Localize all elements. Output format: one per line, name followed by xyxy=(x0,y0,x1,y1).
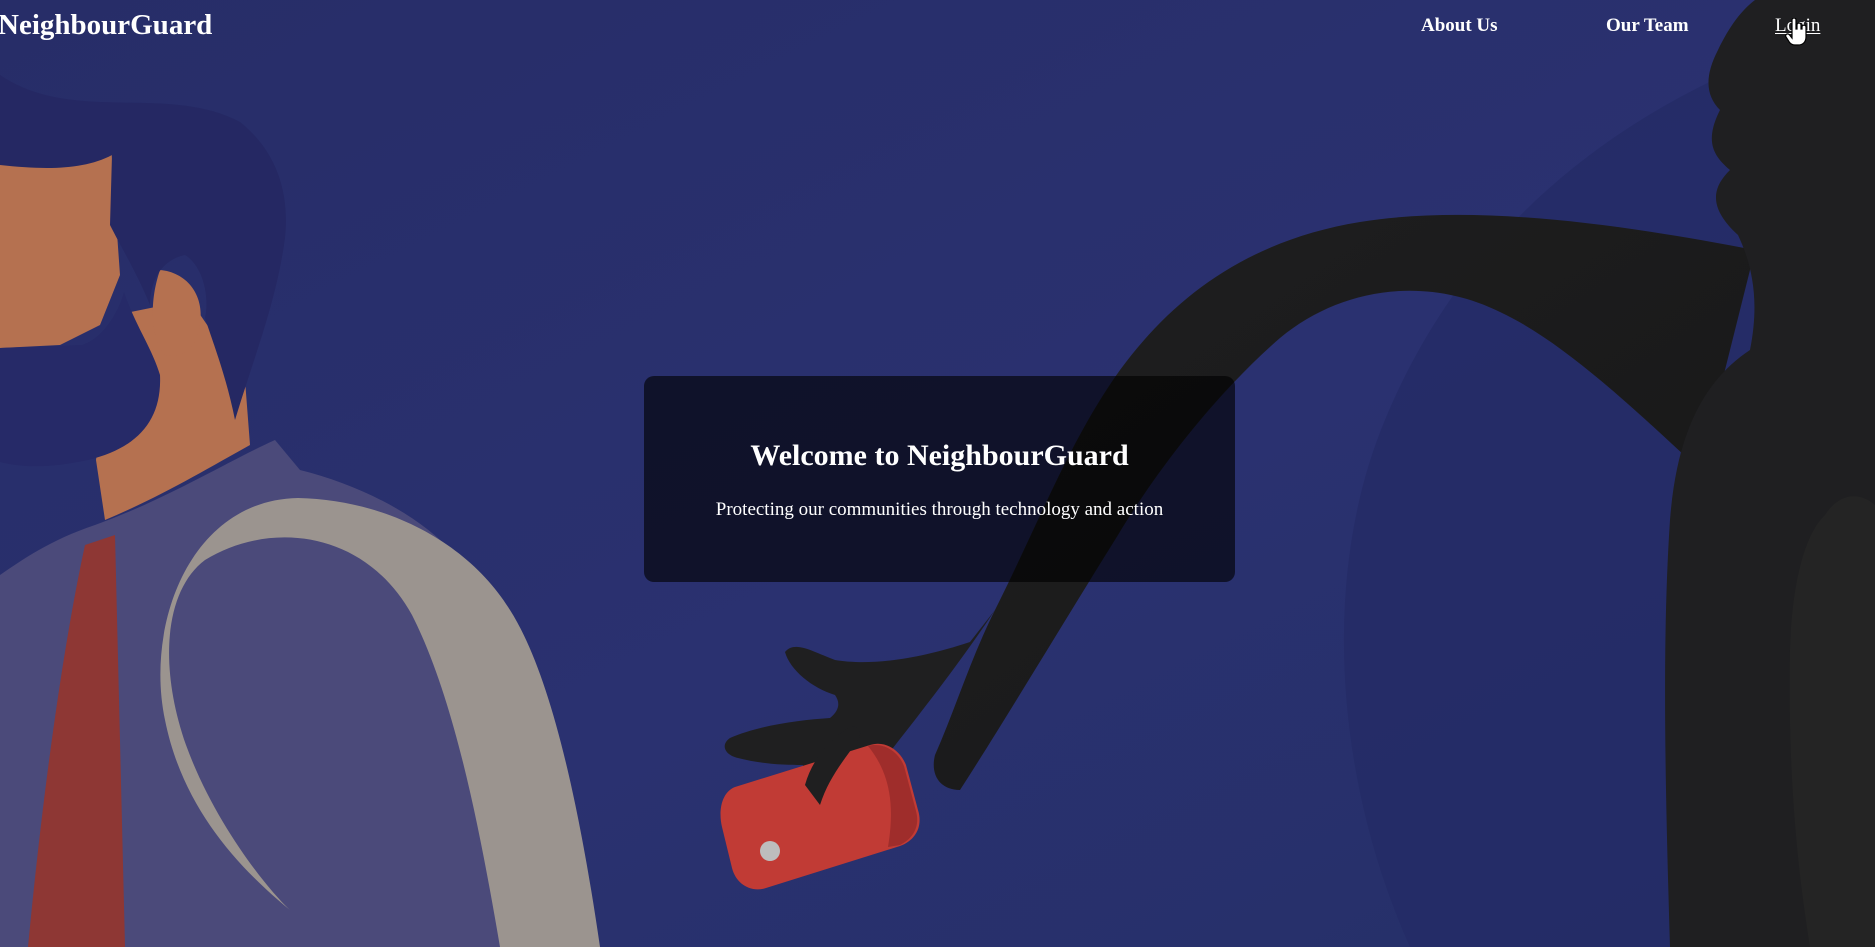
welcome-title: Welcome to NeighbourGuard xyxy=(750,439,1129,472)
welcome-card: Welcome to NeighbourGuard Protecting our… xyxy=(644,376,1235,582)
shadow-back-hand xyxy=(1789,496,1875,947)
nav-link-team[interactable]: Our Team xyxy=(1606,15,1689,37)
top-navigation: NeighbourGuard About Us Our Team Login xyxy=(0,0,1875,52)
nav-links: About Us Our Team Login xyxy=(0,15,1875,39)
hand-pointer-icon xyxy=(1785,18,1807,46)
phone-camera-icon xyxy=(760,841,780,861)
landing-page: NeighbourGuard About Us Our Team Login W… xyxy=(0,0,1875,947)
nav-link-about[interactable]: About Us xyxy=(1421,15,1498,37)
welcome-subtitle: Protecting our communities through techn… xyxy=(715,499,1164,520)
